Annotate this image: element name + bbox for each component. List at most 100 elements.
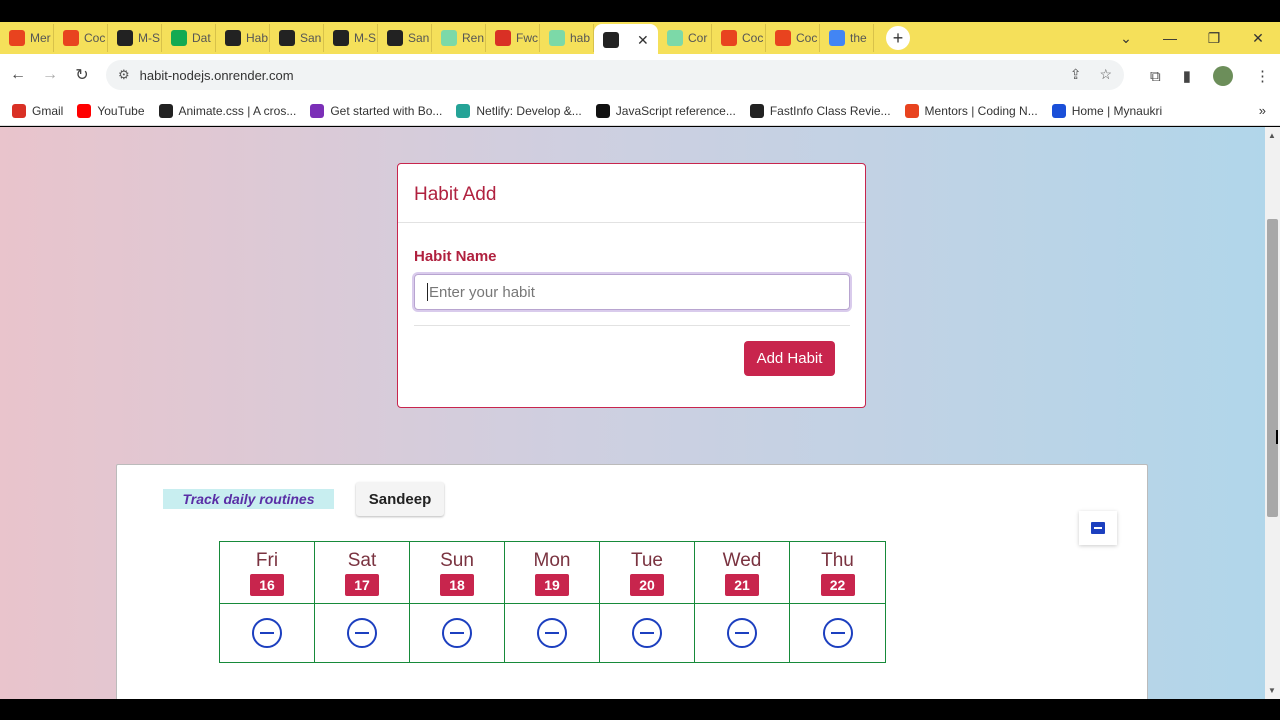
browser-tab[interactable]: San	[378, 24, 432, 52]
browser-tab[interactable]: ✕	[594, 24, 658, 56]
bookmark-item[interactable]: Animate.css | A cros...	[158, 103, 297, 118]
day-date-badge: 16	[250, 574, 284, 596]
menu-kebab-icon[interactable]: ⋮	[1255, 67, 1270, 85]
day-column: Tue 20	[600, 542, 695, 662]
day-date-badge: 22	[820, 574, 855, 596]
bookmark-item[interactable]: JavaScript reference...	[595, 103, 736, 118]
day-date-badge: 21	[725, 574, 759, 596]
tab-label: Cor	[688, 31, 708, 45]
bookmarks-bar: Gmail YouTube Animate.css | A cros... Get s…	[0, 96, 1280, 126]
bookmark-item[interactable]: Gmail	[12, 103, 64, 118]
fastinfo-icon	[749, 103, 764, 118]
site-info-icon[interactable]: ⚙	[118, 67, 130, 83]
url-text: habit-nodejs.onrender.com	[139, 67, 294, 83]
habit-name-input[interactable]: Enter your habit	[414, 274, 850, 310]
day-status-cell	[505, 604, 599, 662]
browser-tab[interactable]: Ren	[432, 24, 486, 52]
ht-icon	[603, 32, 619, 48]
habit-card: Track daily routines Sandeep Fri 16 Sat 17 S…	[116, 464, 1148, 699]
bookmark-item[interactable]: Netlify: Develop &...	[456, 103, 582, 118]
archive-button[interactable]	[1079, 511, 1117, 545]
bookmark-item[interactable]: FastInfo Class Revie...	[749, 103, 891, 118]
reload-button[interactable]: ↻	[66, 65, 98, 85]
day-name: Mon	[533, 550, 571, 571]
extensions-icon[interactable]: ⧉	[1150, 68, 1161, 85]
minus-circle-icon[interactable]	[442, 618, 472, 648]
bookmark-item[interactable]: Home | Mynaukri	[1051, 103, 1163, 118]
coding-ninjas-icon	[63, 30, 79, 46]
new-tab-button[interactable]: +	[886, 26, 910, 50]
browser-tab[interactable]: San	[270, 24, 324, 52]
side-panel-icon[interactable]: ▮	[1183, 67, 1191, 85]
day-column: Sun 18	[410, 542, 505, 662]
restore-button[interactable]: ❐	[1192, 30, 1236, 47]
gmail-icon	[12, 103, 26, 118]
page-scrollbar[interactable]: ▲ ▼	[1265, 127, 1280, 699]
minus-circle-icon[interactable]	[822, 618, 853, 648]
tab-label: Ren	[462, 31, 485, 45]
minus-circle-icon[interactable]	[727, 618, 757, 648]
browser-tab[interactable]: Coc	[54, 24, 108, 52]
close-window-button[interactable]: ✕	[1236, 30, 1280, 47]
share-icon[interactable]: ⇪	[1070, 66, 1082, 83]
minimize-button[interactable]: —	[1148, 30, 1192, 46]
browser-tab[interactable]: Coc	[766, 24, 820, 52]
address-bar[interactable]: ⚙ habit-nodejs.onrender.com ⇪ ☆	[106, 60, 1124, 90]
scrollbar-thumb[interactable]	[1267, 219, 1278, 517]
browser-tab[interactable]: M-S	[108, 24, 162, 52]
profile-avatar[interactable]	[1213, 66, 1233, 86]
minus-circle-icon[interactable]	[537, 618, 567, 648]
add-habit-button[interactable]: Add Habit	[744, 341, 835, 376]
back-button[interactable]: ←	[2, 66, 34, 84]
coding-ninjas-icon	[775, 30, 791, 46]
day-column: Mon 19	[505, 542, 600, 662]
browser-toolbar: ← → ↻ ⚙ habit-nodejs.onrender.com ⇪ ☆ ⧉ …	[0, 54, 1280, 96]
day-name: Sun	[440, 550, 474, 571]
scroll-down-arrow-icon[interactable]: ▼	[1268, 686, 1276, 695]
screen: Mer Coc M-S Dat Hab San M-S San Ren Fwc hab ✕ Cor Coc…	[0, 0, 1280, 720]
browser-tab[interactable]: Dat	[162, 24, 216, 52]
coding-ninjas-icon	[904, 103, 919, 118]
browser-tab[interactable]: Fwc	[486, 24, 540, 52]
browser-tab[interactable]: Mer	[0, 24, 54, 52]
day-date-badge: 17	[345, 574, 379, 596]
day-name: Fri	[255, 550, 279, 571]
tab-label: Fwc	[516, 31, 538, 45]
github-icon	[333, 30, 349, 46]
browser-tab[interactable]: Cor	[658, 24, 712, 52]
tab-search-chevron-icon[interactable]: ⌄	[1104, 30, 1148, 47]
bottom-black-bar	[0, 699, 1280, 720]
minus-circle-icon[interactable]	[632, 618, 662, 648]
bookmark-item[interactable]: Mentors | Coding N...	[904, 103, 1038, 118]
habit-name-badge[interactable]: Sandeep	[356, 482, 444, 516]
browser-tab[interactable]: M-S	[324, 24, 378, 52]
browser-tab[interactable]: the	[820, 24, 874, 52]
week-grid: Fri 16 Sat 17 Sun 18 Mon 19 Tue 20 Wed 21 Thu 22	[219, 541, 886, 663]
forward-button[interactable]: →	[34, 66, 66, 84]
browser-tab[interactable]: Coc	[712, 24, 766, 52]
bookmark-label: Gmail	[32, 103, 64, 118]
bookmark-star-icon[interactable]: ☆	[1099, 66, 1112, 83]
day-header: Mon 19	[505, 542, 599, 604]
window-controls: ⌄ — ❐ ✕	[1104, 22, 1280, 54]
bookmark-label: Home | Mynaukri	[1071, 103, 1163, 118]
scroll-up-arrow-icon[interactable]: ▲	[1268, 131, 1276, 140]
bookmark-item[interactable]: YouTube	[77, 103, 145, 118]
mdn-icon	[595, 103, 610, 118]
bookmark-label: Animate.css | A cros...	[178, 103, 297, 118]
day-name: Tue	[630, 550, 664, 571]
day-header: Tue 20	[600, 542, 694, 604]
close-tab-icon[interactable]: ✕	[637, 32, 649, 49]
browser-tab[interactable]: hab	[540, 24, 594, 52]
more-bookmarks-icon[interactable]: »	[1259, 103, 1266, 118]
mynaukri-icon	[1051, 103, 1066, 118]
day-name: Sat	[347, 550, 377, 571]
mouse-cursor	[1276, 430, 1278, 444]
bookmark-item[interactable]: Get started with Bo...	[310, 103, 442, 118]
minus-circle-icon[interactable]	[347, 618, 377, 648]
google-icon	[829, 30, 845, 46]
day-status-cell	[315, 604, 409, 662]
minus-circle-icon[interactable]	[252, 618, 282, 648]
browser-tab[interactable]: Hab	[216, 24, 270, 52]
ht-icon	[225, 30, 241, 46]
